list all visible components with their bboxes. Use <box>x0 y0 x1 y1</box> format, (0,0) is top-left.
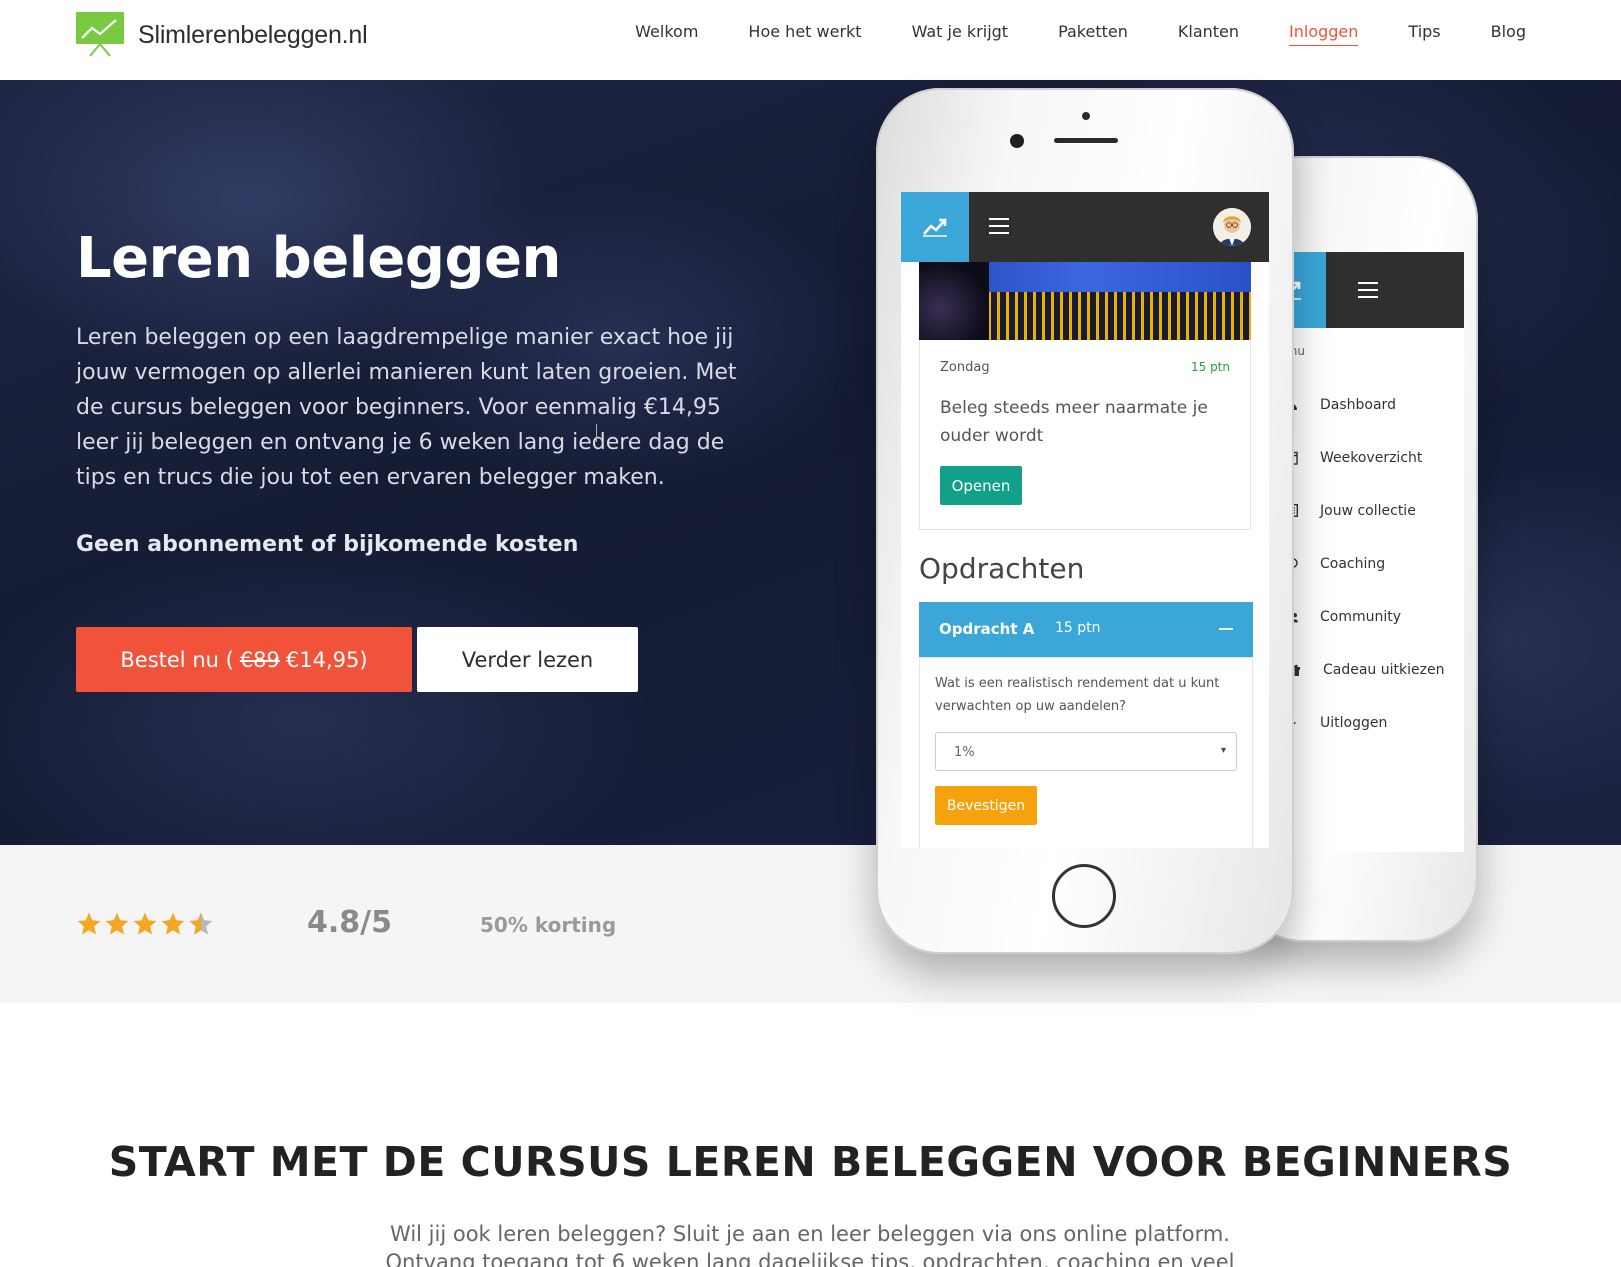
order-button-prefix: Bestel nu ( <box>120 647 234 672</box>
app-logo[interactable] <box>901 192 969 262</box>
nav-item-klanten[interactable]: Klanten <box>1178 22 1239 46</box>
nav-item-paketten[interactable]: Paketten <box>1058 22 1128 46</box>
logo-text: Slimlerenbeleggen.nl <box>138 20 368 49</box>
phone-home-button <box>1052 864 1116 928</box>
hero-description: Leren beleggen op een laagdrempelige man… <box>76 325 737 490</box>
card-points: 15 ptn <box>1190 360 1230 374</box>
answer-select-value: 1% <box>954 745 975 760</box>
phone-camera <box>1010 134 1024 148</box>
order-button-new-price: €14,95) <box>285 647 368 672</box>
assignment-body: Wat is een realistisch rendement dat u k… <box>919 657 1253 848</box>
dropdown-arrow-icon: ▾ <box>1220 745 1226 756</box>
phone-screen-app: Zondag 15 ptn Beleg steeds meer naarmate… <box>901 192 1269 848</box>
order-button-old-price: €89 <box>239 647 280 672</box>
open-button[interactable]: Openen <box>940 466 1022 505</box>
phone-sensor <box>1082 112 1090 120</box>
section-title: START MET DE CURSUS LEREN BELEGGEN VOOR … <box>108 1138 1513 1186</box>
hero-title: Leren beleggen <box>76 226 561 291</box>
star-icon <box>161 912 185 935</box>
nav-item-tips[interactable]: Tips <box>1408 22 1440 46</box>
site-logo[interactable]: Slimlerenbeleggen.nl <box>76 12 368 58</box>
menu-item-label: Cadeau uitkiezen <box>1323 661 1445 678</box>
nav-item-wat-je-krijgt[interactable]: Wat je krijgt <box>912 22 1009 46</box>
menu-item-label: Uitloggen <box>1320 714 1388 731</box>
answer-select[interactable]: 1% ▾ <box>935 732 1237 771</box>
star-icon <box>133 912 157 935</box>
daily-tip-card: Zondag 15 ptn Beleg steeds meer naarmate… <box>919 340 1251 530</box>
section-intro: Wil jij ook leren beleggen? Sluit je aan… <box>385 1222 1235 1267</box>
menu-item-label: Dashboard <box>1320 396 1396 413</box>
discount-label: 50% korting <box>480 913 617 937</box>
menu-item-label: Coaching <box>1320 555 1386 572</box>
text-cursor <box>596 424 597 442</box>
menu-item-label: Community <box>1320 608 1402 625</box>
phone-mockup-front: Zondag 15 ptn Beleg steeds meer naarmate… <box>876 88 1294 954</box>
avatar[interactable] <box>1213 208 1251 246</box>
nav-item-blog[interactable]: Blog <box>1491 22 1526 46</box>
read-more-button[interactable]: Verder lezen <box>417 627 638 692</box>
main-nav: Welkom Hoe het werkt Wat je krijgt Paket… <box>585 22 1526 46</box>
assignment-header[interactable]: Opdracht A 15 ptn <box>919 602 1253 657</box>
order-button[interactable]: Bestel nu (€89 €14,95) <box>76 627 412 692</box>
assignment-label: Opdracht A <box>939 620 1035 638</box>
menu-item-label: Jouw collectie <box>1320 502 1416 519</box>
assignment-question: Wat is een realistisch rendement dat u k… <box>935 676 1220 714</box>
menu-item-label: Weekoverzicht <box>1320 449 1423 466</box>
nav-item-inloggen[interactable]: Inloggen <box>1289 22 1359 46</box>
hero-note: Geen abonnement of bijkomende kosten <box>76 532 579 557</box>
hamburger-icon[interactable] <box>989 218 1009 234</box>
card-day: Zondag <box>940 360 990 375</box>
app-topbar <box>901 192 1269 262</box>
rating-score: 4.8/5 <box>307 905 392 940</box>
hamburger-icon[interactable] <box>1358 282 1378 298</box>
confirm-button[interactable]: Bevestigen <box>935 786 1037 825</box>
collapse-icon[interactable] <box>1219 628 1233 630</box>
star-icon <box>77 912 101 935</box>
star-icon <box>105 912 129 935</box>
nav-item-welkom[interactable]: Welkom <box>635 22 698 46</box>
assignments-title: Opdrachten <box>919 552 1085 585</box>
chart-presentation-icon <box>76 12 124 58</box>
assignment-points: 15 ptn <box>1055 620 1101 636</box>
card-text: Beleg steeds meer naarmate je ouder word… <box>940 398 1208 446</box>
phone-speaker <box>1054 138 1118 143</box>
star-half-icon <box>189 912 213 935</box>
stock-exchange-photo <box>919 262 1251 340</box>
site-header: Slimlerenbeleggen.nl Welkom Hoe het werk… <box>0 0 1621 80</box>
nav-item-hoe-het-werkt[interactable]: Hoe het werkt <box>748 22 861 46</box>
line-chart-icon <box>923 218 947 237</box>
rating-stars <box>76 911 214 937</box>
